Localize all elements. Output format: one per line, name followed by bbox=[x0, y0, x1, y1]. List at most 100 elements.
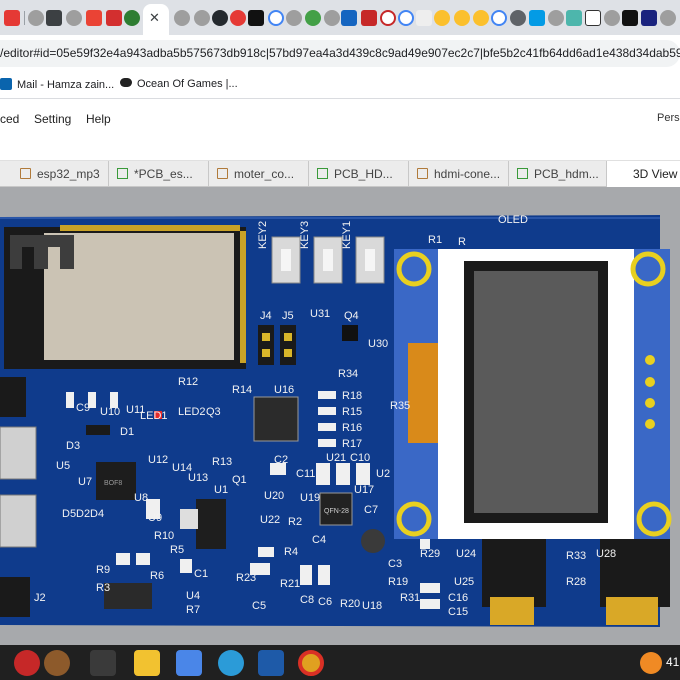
favicon-tab-icon[interactable] bbox=[286, 10, 302, 26]
favicon-tab-icon[interactable] bbox=[604, 10, 620, 26]
google-tab-icon[interactable] bbox=[268, 10, 284, 26]
tab-moter-co[interactable]: moter_co... bbox=[209, 161, 309, 187]
favicon-tab-icon[interactable] bbox=[434, 10, 450, 26]
favicon-tab-icon[interactable] bbox=[361, 10, 377, 26]
favicon-tab-icon[interactable] bbox=[660, 10, 676, 26]
favicon-tab-icon[interactable] bbox=[622, 10, 638, 26]
capacitor bbox=[300, 565, 312, 585]
silk-r2: R2 bbox=[288, 516, 302, 528]
store-icon[interactable] bbox=[176, 650, 202, 676]
silk-q1: Q1 bbox=[232, 474, 247, 486]
tab-pcb-esp[interactable]: *PCB_es... bbox=[109, 161, 209, 187]
favicon-tab-icon[interactable] bbox=[174, 10, 190, 26]
silk-u8: U8 bbox=[134, 492, 148, 504]
key2-button[interactable] bbox=[281, 249, 291, 271]
menu-help[interactable]: Help bbox=[86, 112, 111, 126]
app-icon[interactable] bbox=[258, 650, 284, 676]
favicon-tab-icon[interactable] bbox=[194, 10, 210, 26]
jack-connector-1[interactable] bbox=[482, 539, 546, 607]
url-field[interactable]: /editor#id=05e59f32e4a943adba5b575673db9… bbox=[0, 40, 680, 67]
capacitor bbox=[180, 559, 192, 573]
silk-u24: U24 bbox=[456, 548, 476, 560]
j4-header[interactable] bbox=[258, 325, 274, 365]
silk-r33: R33 bbox=[566, 550, 586, 562]
j2-header[interactable] bbox=[0, 577, 30, 617]
silk-r16: R16 bbox=[342, 422, 362, 434]
favicon-tab-icon[interactable] bbox=[416, 10, 432, 26]
active-browser-tab[interactable]: ✕ bbox=[143, 4, 169, 35]
silk-r7: R7 bbox=[186, 604, 200, 616]
favicon-tab-icon[interactable] bbox=[510, 10, 526, 26]
task-view-icon[interactable] bbox=[90, 650, 116, 676]
favicon-tab-icon[interactable] bbox=[473, 10, 489, 26]
silk-c11: C11 bbox=[296, 468, 315, 480]
pcb-3d-render[interactable]: OLED KEY2 KEY3 KEY1 J4 J5 U31 Q4 U30 R34… bbox=[0, 187, 680, 645]
gmail-tab-icon[interactable] bbox=[86, 10, 102, 26]
favicon-tab-icon[interactable] bbox=[566, 10, 582, 26]
silk-u28: U28 bbox=[596, 548, 616, 560]
silk-c2: C2 bbox=[274, 454, 288, 466]
header-pin bbox=[284, 333, 292, 341]
youtube-tab-icon[interactable] bbox=[248, 10, 264, 26]
favicon-tab-icon[interactable] bbox=[66, 10, 82, 26]
weather-icon[interactable] bbox=[640, 652, 662, 674]
url-text[interactable]: /editor#id=05e59f32e4a943adba5b575673db9… bbox=[0, 46, 680, 60]
favicon-tab-icon[interactable] bbox=[230, 10, 246, 26]
jack-gold-1 bbox=[490, 597, 534, 625]
tab-3d-view[interactable]: 3D View bbox=[607, 161, 680, 187]
browser-tab-strip: ✕ bbox=[0, 0, 680, 35]
board-edge bbox=[0, 217, 660, 219]
silk-u22: U22 bbox=[260, 514, 280, 526]
menu-setting[interactable]: Setting bbox=[34, 112, 71, 126]
tab-hdmi-cone[interactable]: hdmi-cone... bbox=[409, 161, 509, 187]
silk-c1: C1 bbox=[194, 568, 208, 580]
silk-u2: U2 bbox=[376, 468, 390, 480]
tab-pcb-hdm[interactable]: PCB_hdm... bbox=[509, 161, 607, 187]
tab-esp32-mp3[interactable]: esp32_mp3 bbox=[12, 161, 109, 187]
silk-u7: U7 bbox=[78, 476, 92, 488]
favicon-tab-icon[interactable] bbox=[548, 10, 564, 26]
favicon-tab-icon[interactable] bbox=[324, 10, 340, 26]
tab-pcb-hd[interactable]: PCB_HD... bbox=[309, 161, 409, 187]
bookmark-mail[interactable]: Mail - Hamza zain... bbox=[0, 78, 114, 91]
favicon-tab-icon[interactable] bbox=[28, 10, 44, 26]
favicon-tab-icon[interactable] bbox=[124, 10, 140, 26]
favicon-tab-icon[interactable] bbox=[529, 10, 545, 26]
chrome-icon[interactable] bbox=[298, 650, 324, 676]
file-explorer-icon[interactable] bbox=[134, 650, 160, 676]
star-icon[interactable] bbox=[14, 650, 40, 676]
bookmark-ocean-of-games[interactable]: Ocean Of Games |... bbox=[120, 78, 238, 90]
favicon-tab-icon[interactable] bbox=[641, 10, 657, 26]
silk-r5: R5 bbox=[170, 544, 184, 556]
silk-r23: R23 bbox=[236, 572, 256, 584]
silk-r21: R21 bbox=[280, 578, 300, 590]
menu-advanced[interactable]: ced bbox=[0, 112, 19, 126]
key3-button[interactable] bbox=[323, 249, 333, 271]
google-tab-icon[interactable] bbox=[398, 10, 414, 26]
football-icon[interactable] bbox=[44, 650, 70, 676]
github-tab-icon[interactable] bbox=[212, 10, 228, 26]
j5-header[interactable] bbox=[280, 325, 296, 365]
usb-connector-1[interactable] bbox=[0, 426, 37, 480]
favicon-tab-icon[interactable] bbox=[305, 10, 321, 26]
usb-connector-2[interactable] bbox=[0, 494, 37, 548]
edge-icon[interactable] bbox=[218, 650, 244, 676]
jlc-tab-icon[interactable] bbox=[341, 10, 357, 26]
favicon-tab-icon[interactable] bbox=[454, 10, 470, 26]
amazon-tab-icon[interactable] bbox=[585, 10, 601, 26]
3d-viewport[interactable]: OLED KEY2 KEY3 KEY1 J4 J5 U31 Q4 U30 R34… bbox=[0, 187, 680, 645]
oled-flex-cable bbox=[408, 343, 438, 443]
favicon-tab-icon[interactable] bbox=[46, 10, 62, 26]
favicon-tab-icon[interactable] bbox=[4, 10, 20, 26]
silk-r3: R3 bbox=[96, 582, 110, 594]
silk-r12: R12 bbox=[178, 376, 198, 388]
user-name[interactable]: Pers bbox=[657, 112, 680, 124]
google-tab-icon[interactable] bbox=[491, 10, 507, 26]
key1-button[interactable] bbox=[365, 249, 375, 271]
silk-q4: Q4 bbox=[344, 310, 359, 322]
oled-pin bbox=[645, 419, 655, 429]
favicon-tab-icon[interactable] bbox=[380, 10, 396, 26]
close-icon[interactable]: ✕ bbox=[149, 10, 160, 26]
favicon-tab-icon[interactable] bbox=[106, 10, 122, 26]
app-menu-bar: ced Setting Help Pers bbox=[0, 100, 680, 140]
